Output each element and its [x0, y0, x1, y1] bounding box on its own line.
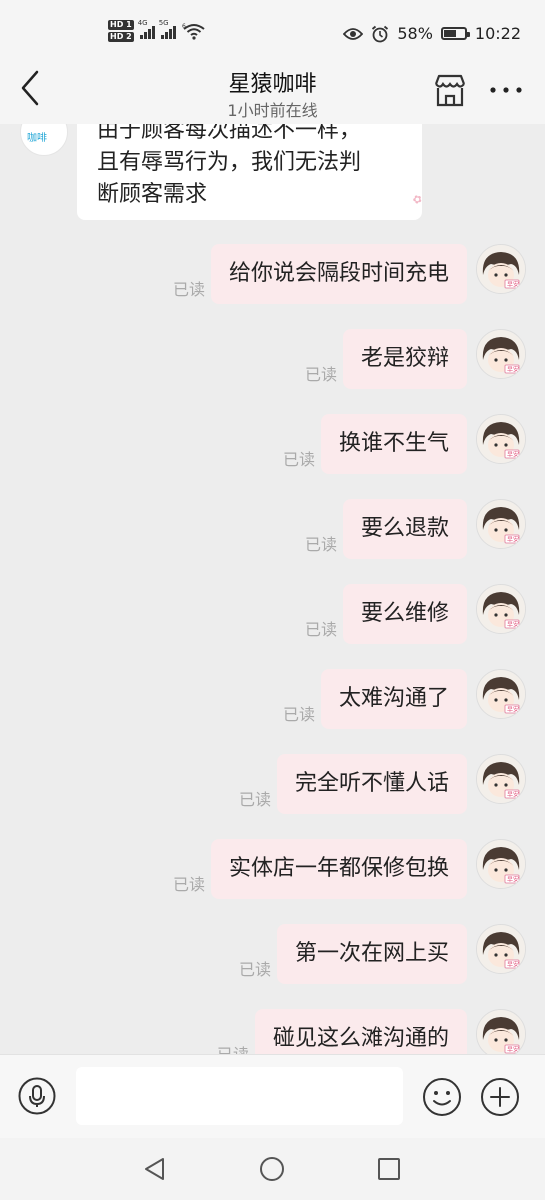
read-receipt: 已读: [283, 705, 316, 724]
microphone-icon: [18, 1077, 56, 1115]
store-button[interactable]: [432, 74, 468, 108]
user-avatar[interactable]: 早安: [476, 584, 526, 634]
outgoing-message-bubble[interactable]: 碰见这么滩沟通的: [254, 1009, 467, 1054]
plus-button[interactable]: [480, 1077, 520, 1117]
message-input[interactable]: [76, 1067, 403, 1125]
outgoing-message-bubble[interactable]: 太难沟通了: [320, 669, 467, 729]
read-receipt: 已读: [305, 535, 338, 554]
signal-2-icon: 5G: [159, 19, 176, 39]
more-icon: [490, 87, 522, 93]
outgoing-message-bubble[interactable]: 实体店一年都保修包换: [210, 839, 467, 899]
user-avatar[interactable]: 早安: [476, 244, 526, 294]
nav-recents-button[interactable]: [375, 1155, 403, 1183]
svg-text:早安: 早安: [507, 536, 519, 544]
outgoing-message-bubble[interactable]: 要么退款: [342, 499, 467, 559]
outgoing-message: 第一次在网上买 已读 早安: [0, 924, 545, 986]
read-receipt: 已读: [283, 450, 316, 469]
system-nav-bar: [0, 1138, 545, 1200]
incoming-line: 由于顾客每次描述不一样，: [97, 124, 362, 143]
nav-home-button[interactable]: [258, 1155, 286, 1183]
voice-button[interactable]: [18, 1077, 56, 1115]
svg-text:早安: 早安: [507, 1046, 519, 1054]
user-avatar[interactable]: 早安: [476, 329, 526, 379]
emoji-button[interactable]: [422, 1077, 462, 1117]
more-button[interactable]: [486, 78, 526, 102]
incoming-line: 且有辱骂行为，我们无法判: [97, 150, 362, 175]
store-icon: [434, 74, 466, 107]
outgoing-message-bubble[interactable]: 老是狡辩: [342, 329, 467, 389]
read-receipt: 已读: [217, 1041, 249, 1054]
svg-text:6: 6: [182, 23, 186, 30]
status-left: HD 1 HD 2 4G 5G 6: [108, 19, 206, 42]
svg-text:早安: 早安: [507, 961, 519, 969]
battery-percent: 58%: [397, 24, 433, 43]
outgoing-message: 换谁不生气 已读 早安: [0, 414, 545, 476]
svg-text:早安: 早安: [507, 621, 519, 629]
hd2-badge: HD 2: [108, 32, 134, 42]
input-bar: [0, 1054, 545, 1139]
triangle-back-icon: [145, 1158, 164, 1180]
outgoing-message-bubble[interactable]: 给你说会隔段时间充电: [210, 244, 467, 304]
svg-text:早安: 早安: [507, 791, 519, 799]
read-receipt: 已读: [305, 620, 338, 639]
signal-1-icon: 4G: [138, 19, 155, 39]
user-avatar[interactable]: 早安: [476, 839, 526, 889]
smiley-icon: [423, 1078, 461, 1116]
user-avatar[interactable]: 早安: [476, 754, 526, 804]
wifi-icon: 6: [182, 23, 205, 40]
hd-indicators: HD 1 HD 2: [108, 20, 134, 42]
outgoing-message: 碰见这么滩沟通的已读 早安: [0, 1009, 545, 1054]
outgoing-message: 给你说会隔段时间充电 已读 早安: [0, 244, 545, 306]
read-receipt: 已读: [173, 280, 206, 299]
outgoing-message: 太难沟通了 已读 早安: [0, 669, 545, 731]
user-avatar[interactable]: 早安: [476, 499, 526, 549]
outgoing-message: 要么退款 已读 早安: [0, 499, 545, 561]
outgoing-message-bubble[interactable]: 完全听不懂人话: [276, 754, 467, 814]
outgoing-message-bubble[interactable]: 换谁不生气: [320, 414, 467, 474]
svg-text:早安: 早安: [507, 451, 519, 459]
user-avatar[interactable]: 早安: [476, 414, 526, 464]
svg-text:早安: 早安: [507, 281, 519, 289]
read-receipt: 已读: [305, 365, 338, 384]
status-bar: HD 1 HD 2 4G 5G 6 58% 10:22: [0, 0, 545, 60]
incoming-line: 断顾客需求: [97, 182, 208, 207]
svg-text:早安: 早安: [507, 876, 519, 884]
clock: 10:22: [474, 24, 521, 43]
user-avatar[interactable]: 早安: [476, 669, 526, 719]
battery-icon: [440, 27, 470, 40]
chat-header: 星猿咖啡 1小时前在线: [0, 60, 545, 124]
read-receipt: 已读: [173, 875, 206, 894]
read-receipt: 已读: [239, 960, 272, 979]
shop-avatar[interactable]: 咖啡: [20, 124, 68, 156]
incoming-message-bubble[interactable]: 由于顾客每次描述不一样， 且有辱骂行为，我们无法判 断顾客需求 ✿: [77, 124, 422, 220]
outgoing-message-bubble[interactable]: 第一次在网上买: [276, 924, 467, 984]
plus-icon: [481, 1078, 519, 1116]
chat-area[interactable]: 咖啡 由于顾客每次描述不一样， 且有辱骂行为，我们无法判 断顾客需求 ✿ 给你说…: [0, 124, 545, 1054]
outgoing-message: 老是狡辩 已读 早安: [0, 329, 545, 391]
read-receipt: 已读: [239, 790, 272, 809]
square-recents-icon: [378, 1158, 400, 1180]
status-right: 58% 10:22: [343, 24, 521, 43]
user-avatar[interactable]: 早安: [476, 924, 526, 974]
svg-text:早安: 早安: [507, 366, 519, 374]
outgoing-message: 完全听不懂人话 已读 早安: [0, 754, 545, 816]
outgoing-message: 要么维修 已读 早安: [0, 584, 545, 646]
user-avatar[interactable]: 早安: [476, 1009, 526, 1054]
nav-back-button[interactable]: [141, 1155, 169, 1183]
watermark-icon: ✿: [410, 191, 422, 208]
outgoing-message: 实体店一年都保修包换 已读 早安: [0, 839, 545, 901]
shop-avatar-label: 咖啡: [27, 133, 47, 144]
eye-icon: [343, 27, 364, 40]
alarm-icon: [372, 25, 389, 42]
outgoing-message-bubble[interactable]: 要么维修: [342, 584, 467, 644]
hd1-badge: HD 1: [108, 20, 134, 30]
circle-home-icon: [260, 1157, 284, 1181]
svg-text:早安: 早安: [507, 706, 519, 714]
